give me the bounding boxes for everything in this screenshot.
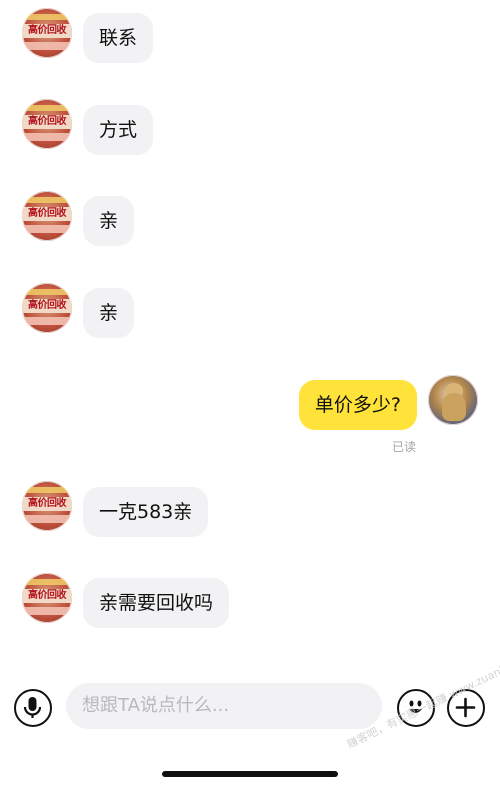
sender-avatar[interactable]: 高价回收 (22, 573, 72, 623)
sender-avatar[interactable]: 高价回收 (22, 8, 72, 58)
home-indicator[interactable] (162, 771, 338, 777)
avatar-figure (442, 393, 466, 421)
avatar-decoration (22, 515, 72, 523)
avatar-ad-text: 高价回收 (22, 299, 72, 313)
avatar-ad-text: 高价回收 (22, 497, 72, 511)
sender-avatar[interactable]: 高价回收 (22, 191, 72, 241)
avatar-decoration (22, 14, 72, 20)
avatar-decoration (22, 225, 72, 233)
microphone-icon (23, 697, 42, 718)
read-status: 已读 (392, 440, 417, 454)
avatar-decoration (22, 317, 72, 325)
avatar-decoration (22, 607, 72, 615)
avatar-decoration (22, 133, 72, 141)
message-bubble[interactable]: 亲 (83, 196, 135, 246)
avatar-ad-text: 高价回收 (22, 24, 72, 38)
avatar-decoration (22, 289, 72, 295)
avatar-decoration (22, 105, 72, 111)
message-input[interactable]: 想跟TA说点什么... (66, 683, 382, 729)
avatar-decoration (22, 42, 72, 50)
avatar-ad-text: 高价回收 (22, 589, 72, 603)
avatar-ad-text: 高价回收 (22, 115, 72, 129)
message-bubble[interactable]: 方式 (83, 105, 154, 155)
avatar-decoration (22, 487, 72, 493)
message-bubble[interactable]: 亲需要回收吗 (83, 578, 230, 628)
sender-avatar[interactable]: 高价回收 (22, 99, 72, 149)
voice-button[interactable] (14, 689, 52, 727)
my-message-bubble[interactable]: 单价多少? (298, 380, 417, 430)
avatar-decoration (22, 197, 72, 203)
chat-screen: 高价回收 联系 高价回收 方式 高价回收 亲 高价回收 亲 单价多少? 已读 高… (0, 0, 500, 789)
sender-avatar[interactable]: 高价回收 (22, 283, 72, 333)
message-bubble[interactable]: 一克583亲 (83, 487, 209, 537)
sender-avatar[interactable]: 高价回收 (22, 481, 72, 531)
avatar-decoration (22, 579, 72, 585)
avatar-ad-text: 高价回收 (22, 207, 72, 221)
message-bubble[interactable]: 亲 (83, 288, 135, 338)
my-avatar[interactable] (428, 375, 478, 425)
message-bubble[interactable]: 联系 (83, 13, 154, 63)
